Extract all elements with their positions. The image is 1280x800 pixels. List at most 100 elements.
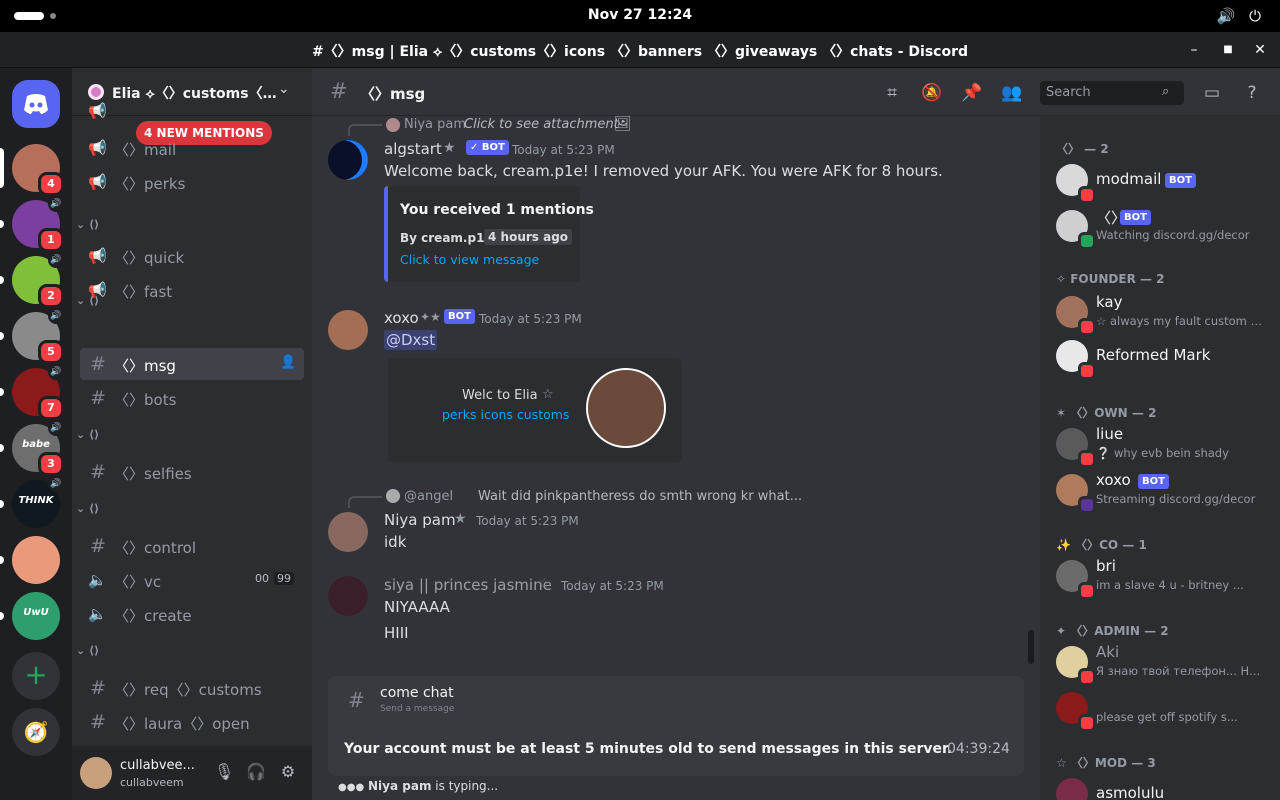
channel-item[interactable]: 📢 〈〉quick	[80, 240, 304, 272]
channel-category[interactable]: ⌄ ⟨⟩	[76, 644, 99, 657]
channel-category[interactable]: ⌄ ⟨⟩	[76, 218, 99, 231]
member-list-icon[interactable]: 👥	[1000, 81, 1024, 105]
member-item[interactable]: bri im a slave 4 u - britney ...	[1048, 554, 1272, 600]
channel-name: 〈〉req〈〉customs	[114, 681, 262, 699]
speaker-icon: 🔈	[88, 605, 107, 623]
mention-embed: You received 1 mentions By cream.p1e, 4 …	[384, 186, 594, 282]
maximize-button[interactable]: ■	[1218, 40, 1238, 60]
message-author[interactable]: algstart	[384, 140, 442, 158]
user-avatar[interactable]	[80, 757, 112, 789]
search-input[interactable]: Search	[1046, 85, 1091, 100]
welcome-links[interactable]: perks icons customs	[442, 407, 569, 422]
server-logo-text: THINK	[18, 495, 54, 506]
message-input[interactable]: Send a message	[380, 704, 454, 714]
message-author[interactable]: siya || princes jasmine	[384, 576, 552, 594]
channel-category[interactable]: ⌄ ⟨⟩	[76, 502, 99, 515]
member-status-text: please get off spotify s...	[1096, 710, 1238, 724]
channel-item[interactable]: 🔈 〈〉vc 00 99	[80, 564, 304, 596]
search-box[interactable]: Search ⌕	[1040, 81, 1184, 105]
message-avatar[interactable]	[328, 512, 368, 552]
message-avatar[interactable]	[328, 140, 368, 180]
microphone-icon[interactable]: 🎙	[214, 762, 234, 782]
channel-item[interactable]: 📢 〈〉perks	[80, 166, 304, 198]
headphones-icon[interactable]: 🎧	[246, 762, 266, 782]
message-author[interactable]: Niya pam	[384, 511, 456, 529]
help-icon[interactable]: ?	[1240, 81, 1264, 105]
explore-servers-button[interactable]: 🧭	[12, 708, 60, 756]
channel-name: 〈〉control	[114, 539, 196, 557]
user-display-name[interactable]: cullabvee...	[120, 758, 200, 773]
announcement-icon: 📢	[88, 173, 107, 191]
inbox-icon[interactable]: ▭	[1200, 81, 1224, 105]
server-icon[interactable]: 🔊 7	[0, 364, 64, 420]
message-avatar[interactable]	[328, 310, 368, 350]
reply-author[interactable]: Niya pam	[404, 117, 466, 132]
channel-item[interactable]: 📢 〈〉mail	[80, 132, 304, 164]
add-server-button[interactable]: +	[12, 652, 60, 700]
chat-scrollbar[interactable]	[1028, 630, 1034, 664]
power-icon[interactable]: ⏻	[1245, 6, 1265, 26]
embed-time: 4 hours ago	[484, 229, 573, 245]
user-mention[interactable]: @Dxst	[384, 330, 438, 350]
presence-status-icon	[1078, 186, 1096, 204]
member-group-header: ✨ 〈〉CO — 1	[1056, 538, 1147, 552]
view-message-link[interactable]: Click to view message	[400, 252, 539, 267]
star-icon: ★	[443, 140, 456, 156]
channel-item[interactable]: # 〈〉req〈〉customs	[80, 672, 304, 704]
channel-category[interactable]: ⌄ ⟨⟩	[76, 428, 99, 441]
star-icon: ★	[454, 511, 467, 527]
server-icon[interactable]: 🔊 2	[0, 252, 64, 308]
message-author[interactable]: xoxo	[384, 309, 419, 327]
message-avatar[interactable]	[328, 576, 368, 616]
member-item[interactable]: 〈〉 BOT Watching discord.gg/decor	[1048, 204, 1272, 250]
member-item[interactable]: liue ❔ why evb bein shady	[1048, 422, 1272, 468]
member-item[interactable]: Aki Я знаю твой телефон... Н...	[1048, 640, 1272, 686]
server-icon[interactable]: THINK 🔊	[0, 476, 64, 528]
mute-notifications-icon[interactable]: 🔕	[920, 81, 944, 105]
server-icon[interactable]: UwU	[0, 592, 60, 640]
member-item[interactable]: Reformed Mark	[1048, 334, 1272, 380]
close-button[interactable]: ✕	[1250, 40, 1270, 60]
announcement-icon: 📢	[88, 139, 107, 157]
reply-author[interactable]: @angel	[404, 489, 453, 504]
voice-active-icon: 🔊	[48, 364, 64, 380]
server-icon[interactable]: 🔊 5	[0, 308, 64, 364]
channel-item[interactable]: # 〈〉msg 👤	[80, 348, 304, 380]
channel-item[interactable]: # 〈〉control	[80, 530, 304, 562]
server-icon[interactable]: babe 🔊 3	[0, 420, 64, 476]
reply-text[interactable]: Wait did pinkpantheress do smth wrong kr…	[478, 489, 802, 504]
message-content: NIYAAAA	[384, 598, 450, 616]
channel-item[interactable]: 📢 〈〉fast	[80, 274, 304, 306]
server-icon[interactable]	[0, 536, 60, 584]
channel-item[interactable]: # 〈〉bots	[80, 382, 304, 414]
volume-icon[interactable]: 🔊	[1216, 6, 1236, 26]
member-item[interactable]: xoxo BOT Streaming discord.gg/decor	[1048, 468, 1272, 514]
pinned-messages-icon[interactable]: 📌	[960, 81, 984, 105]
member-name: bri	[1096, 557, 1116, 575]
hash-icon: #	[90, 535, 106, 557]
clock[interactable]: Nov 27 12:24	[0, 7, 1280, 23]
channel-item[interactable]: # 〈〉selfies	[80, 456, 304, 488]
server-icon[interactable]: 🔊 1	[0, 196, 64, 252]
reply-text[interactable]: Click to see attachment	[464, 117, 619, 132]
member-item[interactable]: modmail BOT	[1048, 158, 1272, 204]
voice-active-icon: 🔊	[48, 420, 64, 436]
member-item[interactable]: asmolulu	[1048, 772, 1272, 800]
member-item[interactable]: kay ☆ always my fault custom ba...	[1048, 290, 1272, 336]
invite-icon[interactable]: 👤	[280, 355, 296, 370]
bot-tag: ✓ BOT	[466, 140, 509, 155]
member-item[interactable]: please get off spotify s...	[1048, 686, 1272, 732]
server-rail: 4 🔊 1 🔊 2 🔊 5 🔊 7 babe 🔊 3 THINK 🔊 UwU + 🧭	[0, 68, 72, 800]
minimize-button[interactable]: –	[1184, 40, 1204, 60]
server-icon[interactable]: 4	[0, 144, 64, 196]
threads-icon[interactable]: ⌗	[880, 81, 904, 105]
settings-gear-icon[interactable]: ⚙	[278, 762, 298, 782]
server-logo-text: UwU	[23, 607, 49, 618]
channel-item[interactable]: 🔈 〈〉create	[80, 598, 304, 630]
mention-badge: 3	[38, 452, 64, 476]
voice-count: 99	[274, 572, 294, 585]
channel-item[interactable]: # 〈〉laura〈〉open	[80, 706, 304, 738]
message-content: HIII	[384, 624, 409, 642]
home-button[interactable]	[12, 80, 60, 128]
typing-user: Niya pam	[368, 779, 432, 793]
